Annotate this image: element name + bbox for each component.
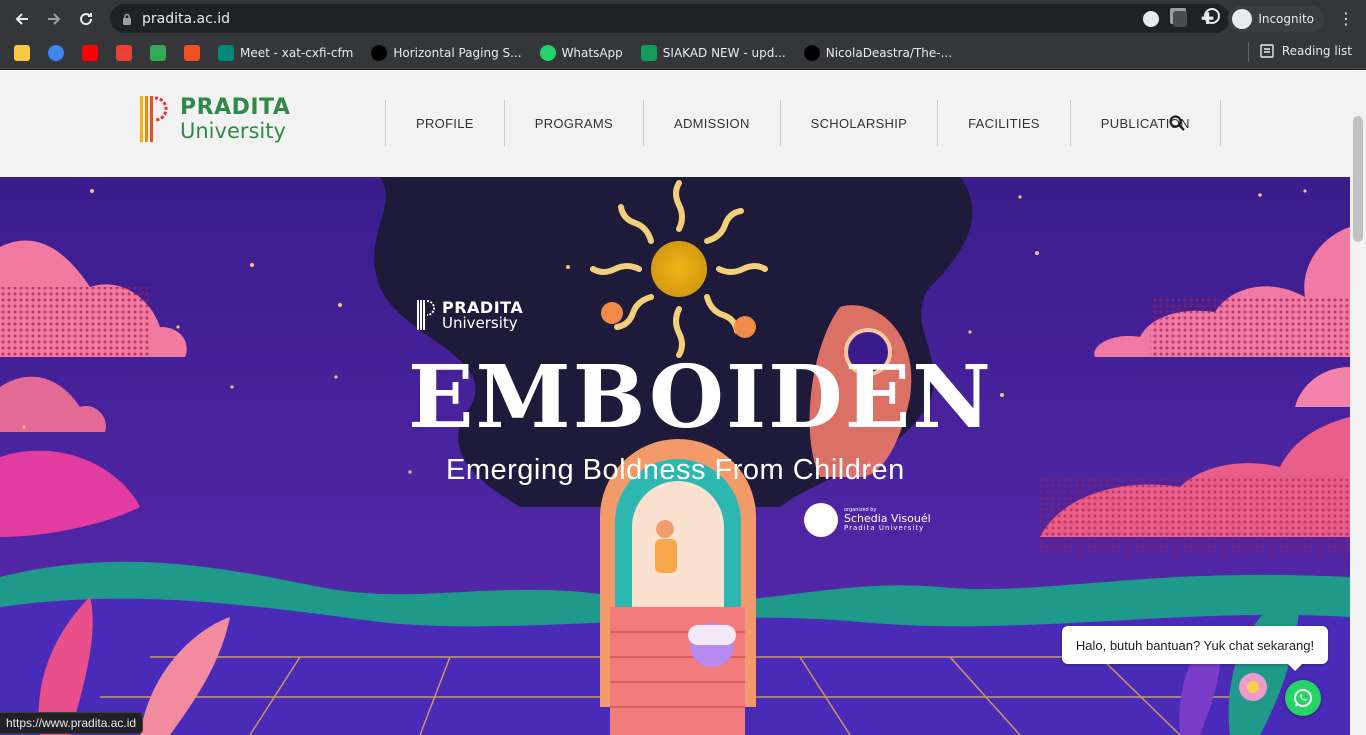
schedia-visouel-icon [804,503,838,537]
whatsapp-chat-button[interactable] [1285,680,1321,716]
whatsapp-icon [1294,689,1312,707]
hero-logo-line-2: University [442,313,518,332]
divider [1247,42,1249,62]
bookmark-item[interactable]: Horizontal Paging S... [371,44,522,61]
address-bar[interactable]: pradita.ac.id [110,4,1230,33]
scrollbar-thumb[interactable] [1353,116,1363,242]
reload-button[interactable] [70,3,102,35]
back-button[interactable] [6,3,38,35]
github-icon [803,44,820,61]
microsoft-icon [184,44,200,61]
bookmark-item[interactable] [184,44,200,61]
site-header: PRADITA University PROFILE PROGRAMS ADMISS… [0,70,1350,177]
nav-publication[interactable]: PUBLICATION [1069,100,1221,146]
bookmark-label: NicolaDeastra/The-... [825,45,953,60]
organizer-logo: organized by Schedia Visouél Pradita Uni… [804,503,931,537]
hero-subtitle: Emerging Boldness From Children [446,454,905,486]
url-text: pradita.ac.id [142,10,231,27]
youtube-icon [82,44,98,61]
reading-list-label: Reading list [1281,44,1352,58]
bookmark-item[interactable] [14,44,30,61]
bookmark-item[interactable] [116,44,132,61]
logo-line-2: University [180,118,286,143]
menu-kebab-icon[interactable]: ⋮ [1338,9,1354,28]
bookmark-item[interactable] [150,44,166,61]
arrow-right-icon [48,12,61,25]
extension-globe-icon[interactable] [1142,10,1159,27]
chat-bubble[interactable]: Halo, butuh bantuan? Yuk chat sekarang! [1062,626,1328,671]
incognito-icon [1232,8,1253,29]
page-scrollbar[interactable] [1350,70,1366,735]
nav-profile[interactable]: PROFILE [385,100,504,146]
hero-title: EMBOIDEN [408,347,993,448]
web-page: PRADITA University PROFILE PROGRAMS ADMISS… [0,70,1350,735]
bookmark-item[interactable]: SIAKAD NEW - upd... [640,44,786,61]
incognito-label: Incognito [1258,11,1314,26]
extension-dark-icon[interactable] [1172,10,1187,27]
hero-university-logo: PRADITA University [416,298,523,332]
arrow-left-icon [15,12,28,25]
search-button[interactable] [1168,114,1188,134]
gmail-icon [116,44,132,61]
bookmark-label: SIAKAD NEW - upd... [662,45,786,60]
bookmark-item[interactable]: Meet - xat-cxfi-cfm [218,44,354,61]
bookmark-label: Horizontal Paging S... [393,45,522,60]
search-icon [1169,115,1185,131]
bookmark-item[interactable] [82,44,98,61]
drive-icon [150,44,166,61]
organizer-university: Pradita University [844,523,925,532]
folder-icon [14,44,30,61]
puzzle-icon[interactable]: ✚ [1201,9,1214,28]
bookmark-label: WhatsApp [561,45,623,60]
bookmark-item[interactable] [48,44,64,61]
github-icon [371,44,388,61]
whatsapp-icon [539,44,556,61]
bookmark-label: Meet - xat-cxfi-cfm [240,45,354,60]
organizer-name: Schedia Visouél [844,512,931,526]
nav-programs[interactable]: PROGRAMS [503,100,643,146]
main-nav: PROFILE PROGRAMS ADMISSION SCHOLARSHIP FACIL… [385,100,1221,146]
extensions-area: ✚ Incognito ⋮ [1142,0,1366,37]
site-logo[interactable]: PRADITA University [138,92,290,146]
nav-facilities[interactable]: FACILITIES [937,100,1070,146]
nav-scholarship[interactable]: SCHOLARSHIP [779,100,938,146]
incognito-profile-button[interactable]: Incognito [1228,5,1324,32]
bookmark-item[interactable]: WhatsApp [539,44,623,61]
meet-icon [218,44,234,61]
pradita-logo-icon [140,96,168,142]
bookmarks-bar: Meet - xat-cxfi-cfm Horizontal Paging S..… [0,37,1366,69]
forward-button[interactable] [38,3,70,35]
link-status-bar: https://www.pradita.ac.id [0,712,144,734]
lock-icon [123,13,131,25]
google-icon [48,44,64,61]
logo-line-1: PRADITA [180,94,291,120]
pradita-logo-icon [417,300,435,330]
nav-admission[interactable]: ADMISSION [642,100,780,146]
sheets-icon [640,44,657,61]
reading-list-icon [1260,44,1274,58]
reload-icon [80,12,93,25]
bookmark-item[interactable]: NicolaDeastra/The-... [803,44,953,61]
reading-list-button[interactable]: Reading list [1247,42,1352,62]
